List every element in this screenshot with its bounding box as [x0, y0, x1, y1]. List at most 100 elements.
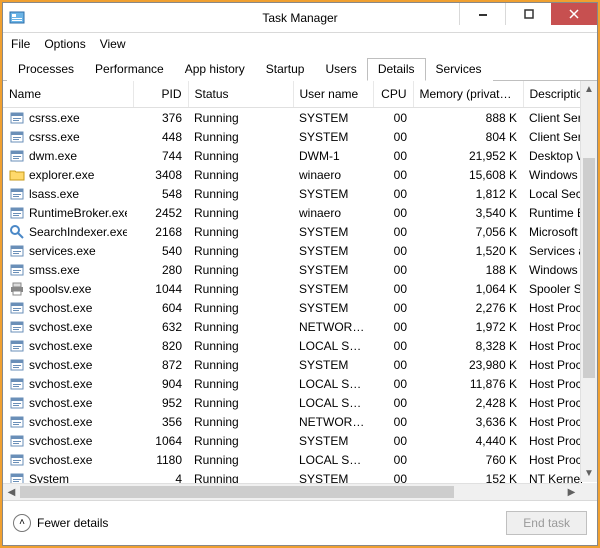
- tab-performance[interactable]: Performance: [84, 58, 175, 81]
- scroll-right-icon[interactable]: ▶: [563, 484, 580, 500]
- maximize-button[interactable]: [505, 3, 551, 25]
- process-table: Name PID Status User name CPU Memory (pr…: [3, 81, 597, 501]
- cell-cpu: 00: [373, 108, 413, 128]
- cell-pid: 3408: [133, 165, 188, 184]
- cell-pid: 1044: [133, 279, 188, 298]
- fewer-details-button[interactable]: ˄ Fewer details: [13, 514, 108, 532]
- end-task-button[interactable]: End task: [506, 511, 587, 535]
- table-row[interactable]: svchost.exe952RunningLOCAL SE...002,428 …: [3, 393, 597, 412]
- table-row[interactable]: svchost.exe872RunningSYSTEM0023,980 KHos…: [3, 355, 597, 374]
- cell-user: winaero: [293, 203, 373, 222]
- process-icon: [9, 186, 25, 202]
- cell-mem: 8,328 K: [413, 336, 523, 355]
- process-name: services.exe: [29, 244, 96, 258]
- cell-status: Running: [188, 203, 293, 222]
- col-header-pid[interactable]: PID: [133, 81, 188, 108]
- menu-view[interactable]: View: [100, 37, 126, 51]
- table-row[interactable]: svchost.exe904RunningLOCAL SE...0011,876…: [3, 374, 597, 393]
- col-header-status[interactable]: Status: [188, 81, 293, 108]
- table-header-row: Name PID Status User name CPU Memory (pr…: [3, 81, 597, 108]
- cell-mem: 2,428 K: [413, 393, 523, 412]
- table-row[interactable]: SearchIndexer.exe2168RunningSYSTEM007,05…: [3, 222, 597, 241]
- process-name: dwm.exe: [29, 149, 77, 163]
- cell-cpu: 00: [373, 184, 413, 203]
- process-name: csrss.exe: [29, 130, 80, 144]
- cell-cpu: 00: [373, 393, 413, 412]
- horizontal-scrollbar[interactable]: ◀ ▶: [3, 483, 580, 500]
- minimize-button[interactable]: [459, 3, 505, 25]
- cell-cpu: 00: [373, 374, 413, 393]
- process-icon: [9, 224, 25, 240]
- table-row[interactable]: svchost.exe1064RunningSYSTEM004,440 KHos…: [3, 431, 597, 450]
- cell-pid: 280: [133, 260, 188, 279]
- tab-app-history[interactable]: App history: [174, 58, 256, 81]
- menu-options[interactable]: Options: [44, 37, 85, 51]
- table-row[interactable]: svchost.exe820RunningLOCAL SE...008,328 …: [3, 336, 597, 355]
- cell-pid: 2168: [133, 222, 188, 241]
- col-header-cpu[interactable]: CPU: [373, 81, 413, 108]
- col-header-mem[interactable]: Memory (private w...: [413, 81, 523, 108]
- fewer-details-label: Fewer details: [37, 516, 108, 530]
- close-button[interactable]: [551, 3, 597, 25]
- menu-file[interactable]: File: [11, 37, 30, 51]
- tab-users[interactable]: Users: [314, 58, 367, 81]
- process-name: lsass.exe: [29, 187, 79, 201]
- cell-mem: 23,980 K: [413, 355, 523, 374]
- table-row[interactable]: spoolsv.exe1044RunningSYSTEM001,064 KSpo…: [3, 279, 597, 298]
- table-row[interactable]: services.exe540RunningSYSTEM001,520 KSer…: [3, 241, 597, 260]
- table-row[interactable]: svchost.exe604RunningSYSTEM002,276 KHost…: [3, 298, 597, 317]
- cell-pid: 1064: [133, 431, 188, 450]
- cell-cpu: 00: [373, 279, 413, 298]
- process-name: svchost.exe: [29, 320, 92, 334]
- process-icon: [9, 300, 25, 316]
- scroll-thumb[interactable]: [583, 158, 595, 378]
- process-icon: [9, 167, 25, 183]
- footer: ˄ Fewer details End task: [3, 501, 597, 545]
- scroll-up-icon[interactable]: ▲: [581, 81, 597, 98]
- cell-pid: 548: [133, 184, 188, 203]
- table-row[interactable]: dwm.exe744RunningDWM-10021,952 KDesktop …: [3, 146, 597, 165]
- cell-user: SYSTEM: [293, 108, 373, 128]
- cell-user: SYSTEM: [293, 279, 373, 298]
- cell-cpu: 00: [373, 146, 413, 165]
- scroll-left-icon[interactable]: ◀: [3, 484, 20, 500]
- table-row[interactable]: svchost.exe632RunningNETWORK...001,972 K…: [3, 317, 597, 336]
- tab-startup[interactable]: Startup: [255, 58, 316, 81]
- tab-details[interactable]: Details: [367, 58, 426, 81]
- cell-mem: 11,876 K: [413, 374, 523, 393]
- scroll-thumb-h[interactable]: [20, 486, 454, 498]
- cell-mem: 1,520 K: [413, 241, 523, 260]
- titlebar[interactable]: Task Manager: [3, 3, 597, 33]
- cell-mem: 1,064 K: [413, 279, 523, 298]
- cell-status: Running: [188, 127, 293, 146]
- process-icon: [9, 395, 25, 411]
- task-manager-window: Task Manager File Options View Processes…: [2, 2, 598, 546]
- table-row[interactable]: RuntimeBroker.exe2452Runningwinaero003,5…: [3, 203, 597, 222]
- vertical-scrollbar[interactable]: ▲ ▼: [580, 81, 597, 482]
- cell-user: SYSTEM: [293, 431, 373, 450]
- process-name: svchost.exe: [29, 434, 92, 448]
- cell-status: Running: [188, 241, 293, 260]
- col-header-user[interactable]: User name: [293, 81, 373, 108]
- cell-user: LOCAL SE...: [293, 450, 373, 469]
- cell-pid: 904: [133, 374, 188, 393]
- table-row[interactable]: smss.exe280RunningSYSTEM00188 KWindows: [3, 260, 597, 279]
- col-header-name[interactable]: Name: [3, 81, 133, 108]
- process-icon: [9, 262, 25, 278]
- cell-cpu: 00: [373, 222, 413, 241]
- table-row[interactable]: explorer.exe3408Runningwinaero0015,608 K…: [3, 165, 597, 184]
- table-row[interactable]: csrss.exe376RunningSYSTEM00888 KClient S…: [3, 108, 597, 128]
- table-row[interactable]: svchost.exe356RunningNETWORK...003,636 K…: [3, 412, 597, 431]
- table-row[interactable]: csrss.exe448RunningSYSTEM00804 KClient S…: [3, 127, 597, 146]
- cell-mem: 15,608 K: [413, 165, 523, 184]
- cell-pid: 1180: [133, 450, 188, 469]
- cell-status: Running: [188, 412, 293, 431]
- cell-user: SYSTEM: [293, 298, 373, 317]
- table-row[interactable]: lsass.exe548RunningSYSTEM001,812 KLocal …: [3, 184, 597, 203]
- process-name: csrss.exe: [29, 111, 80, 125]
- cell-cpu: 00: [373, 260, 413, 279]
- table-row[interactable]: svchost.exe1180RunningLOCAL SE...00760 K…: [3, 450, 597, 469]
- tab-services[interactable]: Services: [425, 58, 493, 81]
- scroll-down-icon[interactable]: ▼: [581, 465, 597, 482]
- tab-processes[interactable]: Processes: [7, 58, 85, 81]
